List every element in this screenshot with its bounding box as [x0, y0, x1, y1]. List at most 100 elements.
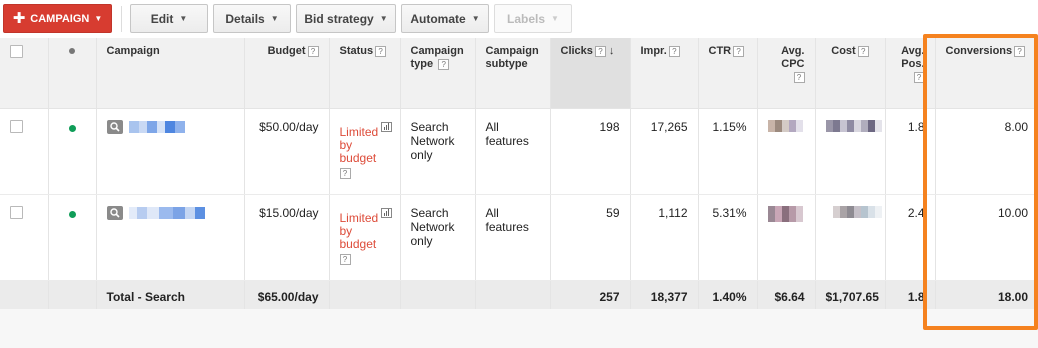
table-row: $50.00/day Limited by budget ? Search Ne… [0, 108, 1038, 195]
conversions-value: 8.00 [1004, 119, 1028, 134]
help-icon[interactable]: ? [668, 45, 680, 57]
chevron-down-icon: ▼ [270, 14, 279, 23]
help-icon[interactable]: ? [307, 45, 319, 57]
col-impr-label: Impr. [640, 45, 667, 57]
budget-cell: $50.00/day [244, 108, 330, 195]
ctr-value: 5.31% [712, 205, 747, 220]
total-budget-value: $65.00/day [257, 289, 319, 304]
add-campaign-button[interactable]: ✚ CAMPAIGN ▼ [3, 4, 112, 33]
campaign-type-cell: Search Network only [400, 108, 476, 195]
enabled-status-dot[interactable] [68, 124, 76, 132]
col-ctr[interactable]: CTR? [698, 38, 758, 109]
campaign-type-cell: Search Network only [400, 194, 476, 281]
avg-pos-cell: 1.8 [885, 108, 936, 195]
chevron-down-icon: ▼ [471, 14, 480, 23]
impr-cell: 17,265 [630, 108, 699, 195]
col-campaign-subtype-label: Campaign subtype [485, 45, 539, 70]
help-icon[interactable]: ? [339, 254, 351, 266]
ctr-cell: 1.15% [698, 108, 758, 195]
cost-redacted [825, 119, 882, 132]
col-ctr-label: CTR [708, 45, 732, 57]
sort-down-arrow-icon: ↓ [608, 45, 615, 57]
search-icon [106, 205, 123, 220]
table-header-row: Campaign Budget? Status? Campaign type ?… [0, 38, 1038, 109]
col-conversions[interactable]: Conversions? [935, 38, 1038, 109]
select-all-checkbox[interactable] [10, 45, 23, 58]
campaign-subtype-value: All features [485, 119, 529, 148]
avg-cpc-redacted [767, 119, 803, 132]
col-avg-cpc-label: Avg. CPC [781, 45, 805, 70]
help-icon[interactable]: ? [375, 45, 387, 57]
table-row: $15.00/day Limited by budget ? Search Ne… [0, 194, 1038, 281]
col-budget[interactable]: Budget? [244, 38, 330, 109]
total-conversions-cell: 18.00 [935, 280, 1038, 311]
col-clicks-label: Clicks [560, 45, 593, 57]
campaign-name-link[interactable] [128, 120, 185, 133]
help-icon[interactable]: ? [793, 71, 805, 83]
status-dot-icon [69, 48, 75, 54]
avg-pos-value: 1.8 [907, 119, 925, 134]
clicks-cell: 198 [550, 108, 631, 195]
help-icon[interactable]: ? [857, 45, 869, 57]
total-clicks-cell: 257 [550, 280, 631, 311]
total-ctr-value: 1.40% [712, 289, 747, 304]
ctr-cell: 5.31% [698, 194, 758, 281]
campaign-name-link[interactable] [128, 206, 205, 219]
col-budget-label: Budget [267, 45, 306, 57]
total-label-cell: Total - Search [96, 280, 245, 311]
details-label: Details [225, 11, 265, 26]
automate-label: Automate [410, 11, 466, 26]
col-campaign[interactable]: Campaign [96, 38, 245, 109]
row-status-cell [48, 194, 97, 281]
help-icon[interactable]: ? [913, 71, 925, 83]
total-empty-cell [48, 280, 97, 311]
campaign-name-cell [96, 108, 245, 195]
chevron-down-icon: ▼ [551, 14, 559, 23]
budget-value[interactable]: $15.00/day [259, 206, 318, 220]
col-campaign-type[interactable]: Campaign type ? [400, 38, 476, 109]
search-icon [106, 119, 123, 134]
col-avg-pos[interactable]: Avg. Pos. ? [885, 38, 936, 109]
conversions-cell: 10.00 [935, 194, 1038, 281]
toolbar: ✚ CAMPAIGN ▼ Edit ▼ Details ▼ Bid strate… [0, 0, 1038, 38]
chart-icon[interactable] [380, 207, 392, 218]
col-status[interactable]: Status? [329, 38, 401, 109]
labels-button[interactable]: Labels ▼ [494, 4, 572, 33]
enabled-status-dot[interactable] [68, 210, 76, 218]
avg-cpc-cell [757, 194, 816, 281]
total-empty-cell [329, 280, 401, 311]
help-icon[interactable]: ? [339, 168, 351, 180]
help-icon[interactable]: ? [1014, 45, 1026, 57]
avg-pos-value: 2.4 [907, 205, 925, 220]
total-impr-cell: 18,377 [630, 280, 699, 311]
col-clicks[interactable]: Clicks? ↓ [550, 38, 631, 109]
budget-value[interactable]: $50.00/day [259, 120, 318, 134]
chart-icon[interactable] [380, 121, 392, 132]
edit-button[interactable]: Edit ▼ [130, 4, 208, 33]
total-impr-value: 18,377 [650, 289, 688, 304]
edit-label: Edit [150, 11, 174, 26]
cost-cell [815, 194, 886, 281]
status-cell: Limited by budget ? [329, 108, 401, 195]
help-icon[interactable]: ? [733, 45, 745, 57]
row-checkbox[interactable] [10, 205, 23, 219]
total-cost-cell: $1,707.65 [815, 280, 886, 311]
row-checkbox[interactable] [10, 119, 23, 133]
add-campaign-label: CAMPAIGN [30, 12, 90, 25]
bid-strategy-button[interactable]: Bid strategy ▼ [296, 4, 396, 33]
col-impr[interactable]: Impr.? [630, 38, 699, 109]
col-cost[interactable]: Cost? [815, 38, 886, 109]
total-empty-cell [400, 280, 476, 311]
automate-button[interactable]: Automate ▼ [401, 4, 489, 33]
help-icon[interactable]: ? [594, 45, 606, 57]
help-icon[interactable]: ? [438, 58, 450, 70]
avg-cpc-redacted [767, 205, 803, 222]
col-campaign-subtype[interactable]: Campaign subtype [475, 38, 551, 109]
col-avg-cpc[interactable]: Avg. CPC ? [757, 38, 816, 109]
campaign-name-cell [96, 194, 245, 281]
details-button[interactable]: Details ▼ [213, 4, 291, 33]
campaign-subtype-cell: All features [475, 194, 551, 281]
total-avg-cpc-cell: $6.64 [757, 280, 816, 311]
conversions-value: 10.00 [997, 205, 1028, 220]
table-footer-strip [0, 309, 1038, 348]
